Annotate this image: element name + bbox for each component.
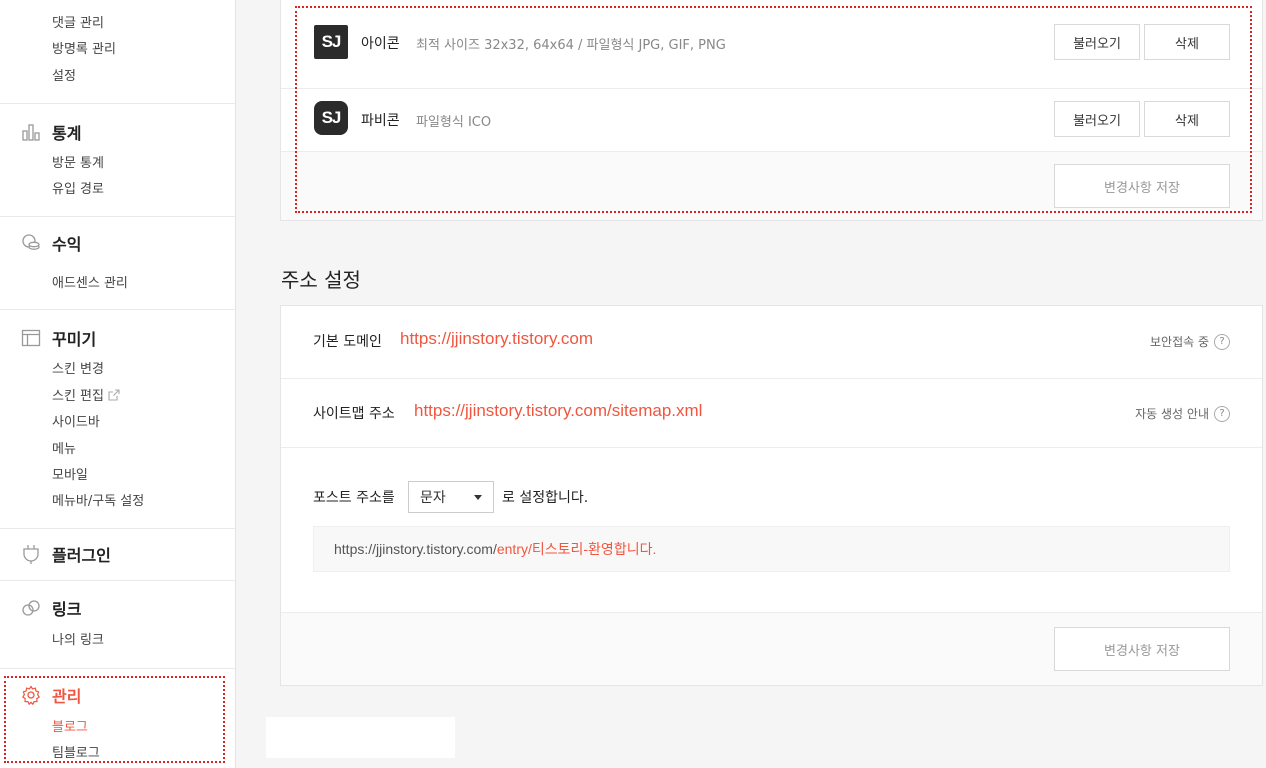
bottom-blank-panel <box>266 717 455 758</box>
icon-highlight-box <box>295 6 1252 213</box>
layout-icon <box>20 328 41 349</box>
sidebar-group-link: 링크 나의 링크 <box>0 581 235 669</box>
sidebar-item-settings[interactable]: 설정 <box>52 65 76 84</box>
domain-help[interactable]: 보안접속 중? <box>1150 333 1230 350</box>
link-icon <box>20 598 41 619</box>
sidebar-item-adsense[interactable]: 애드센스 관리 <box>52 272 128 291</box>
sidebar-group-design: 꾸미기 스킨 변경 스킨 편집 사이드바 메뉴 모바일 메뉴바/구독 설정 <box>0 310 235 529</box>
preview-path: entry/티스토리-환영합니다. <box>496 541 657 557</box>
post-address-select[interactable]: 문자 <box>408 481 494 513</box>
sidebar-head-revenue[interactable]: 수익 <box>20 231 81 255</box>
preview-base: https://jjinstory.tistory.com/ <box>334 541 497 557</box>
post-address-prefix: 포스트 주소를 <box>313 490 395 506</box>
plug-icon <box>20 544 41 565</box>
domain-row: 기본 도메인 https://jjinstory.tistory.com 보안접… <box>281 306 1262 379</box>
post-address-select-value: 문자 <box>420 490 446 506</box>
bar-chart-icon <box>20 122 41 143</box>
sidebar-head-link[interactable]: 링크 <box>20 596 81 620</box>
sidebar: 댓글 관리 방명록 관리 설정 통계 방문 통계 유입 경로 수익 애드센스 관… <box>0 0 236 768</box>
sidebar-item-skin-edit[interactable]: 스킨 편집 <box>52 385 120 405</box>
sidebar-item-skin-edit-label: 스킨 편집 <box>52 389 104 404</box>
sidebar-item-visit-stats[interactable]: 방문 통계 <box>52 152 104 171</box>
address-save-button[interactable]: 변경사항 저장 <box>1054 627 1230 671</box>
coins-icon <box>20 233 41 254</box>
sidebar-item-guestbook[interactable]: 방명록 관리 <box>52 38 116 57</box>
domain-url[interactable]: https://jjinstory.tistory.com <box>400 329 593 349</box>
domain-help-text: 보안접속 중 <box>1149 335 1209 349</box>
sidebar-item-my-links[interactable]: 나의 링크 <box>52 629 104 648</box>
sitemap-help[interactable]: 자동 생성 안내? <box>1135 405 1230 422</box>
sidebar-item-referrer[interactable]: 유입 경로 <box>52 178 104 197</box>
sidebar-head-design[interactable]: 꾸미기 <box>20 326 96 350</box>
sidebar-item-skin-change[interactable]: 스킨 변경 <box>52 358 104 377</box>
sitemap-label: 사이트맵 주소 <box>313 406 395 422</box>
address-section-title: 주소 설정 <box>281 268 361 292</box>
sidebar-item-comments[interactable]: 댓글 관리 <box>52 12 104 31</box>
sidebar-group-revenue: 수익 애드센스 관리 <box>0 217 235 310</box>
sidebar-item-menubar[interactable]: 메뉴바/구독 설정 <box>52 490 144 509</box>
sitemap-row: 사이트맵 주소 https://jjinstory.tistory.com/si… <box>281 379 1262 448</box>
post-address-suffix: 로 설정합니다. <box>502 490 589 506</box>
sidebar-item-menu[interactable]: 메뉴 <box>52 438 76 457</box>
post-address-preview: https://jjinstory.tistory.com/entry/티스토리… <box>313 526 1230 572</box>
external-link-icon <box>108 389 120 405</box>
sidebar-title-revenue: 수익 <box>52 235 82 254</box>
question-icon: ? <box>1214 333 1230 350</box>
address-settings-card: 기본 도메인 https://jjinstory.tistory.com 보안접… <box>280 305 1263 686</box>
domain-label: 기본 도메인 <box>313 334 382 350</box>
sidebar-title-stats: 통계 <box>52 124 82 143</box>
sidebar-title-design: 꾸미기 <box>52 330 97 349</box>
sidebar-head-stats[interactable]: 통계 <box>20 120 81 144</box>
sidebar-group-stats: 통계 방문 통계 유입 경로 <box>0 104 235 217</box>
address-save-area: 변경사항 저장 <box>281 613 1262 685</box>
post-address-row: 포스트 주소를 문자 로 설정합니다. https://jjinstory.ti… <box>281 448 1262 613</box>
manage-highlight-box <box>4 676 225 763</box>
question-icon: ? <box>1214 405 1230 422</box>
sidebar-group-comments: 댓글 관리 방명록 관리 설정 <box>0 0 235 104</box>
sidebar-item-sidebar[interactable]: 사이드바 <box>52 411 100 430</box>
sidebar-group-plugin: 플러그인 <box>0 529 235 581</box>
caret-down-icon <box>474 495 482 500</box>
sidebar-item-mobile[interactable]: 모바일 <box>52 464 88 483</box>
sidebar-title-link: 링크 <box>52 600 82 619</box>
sidebar-head-plugin[interactable]: 플러그인 <box>20 542 111 566</box>
sidebar-title-plugin: 플러그인 <box>52 546 111 565</box>
sitemap-url[interactable]: https://jjinstory.tistory.com/sitemap.xm… <box>414 401 702 421</box>
sitemap-help-text: 자동 생성 안내 <box>1135 407 1209 421</box>
